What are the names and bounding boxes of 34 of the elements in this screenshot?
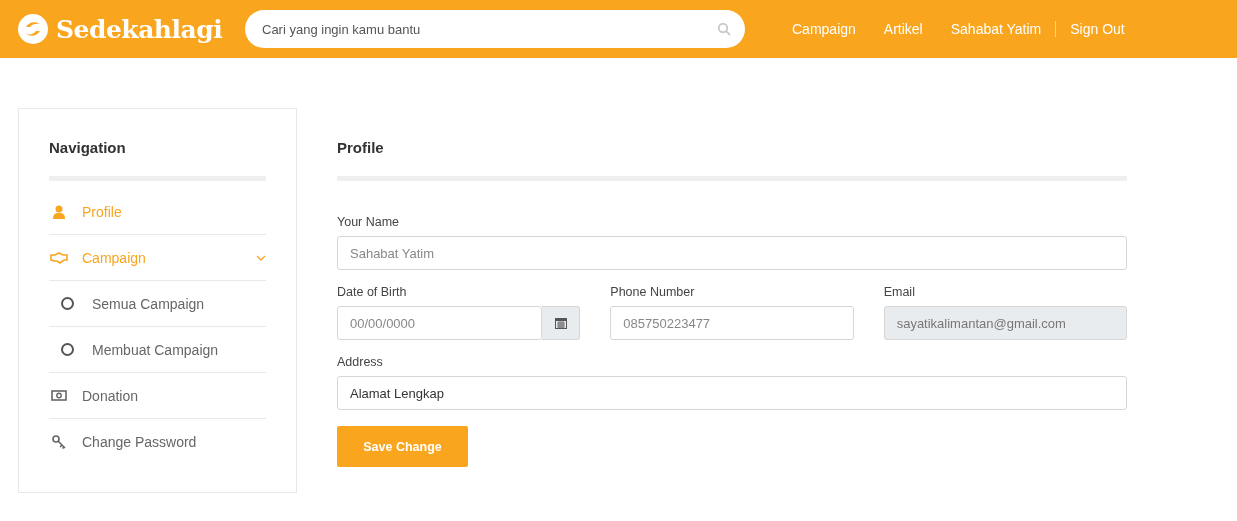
- search-field[interactable]: Cari yang ingin kamu bantu: [245, 10, 745, 48]
- nav-link[interactable]: Artikel: [883, 21, 923, 37]
- input-field[interactable]: Alamat Lengkap: [337, 376, 1127, 410]
- input-field[interactable]: 085750223477: [610, 306, 854, 340]
- sidebar-item[interactable]: Campaign: [49, 235, 266, 281]
- brand-name: Sedekahlagi: [56, 14, 223, 44]
- sidebar-item[interactable]: Change Password: [49, 419, 266, 464]
- input-field[interactable]: Sahabat Yatim: [337, 236, 1127, 270]
- nav-link[interactable]: Campaign: [792, 21, 856, 37]
- field-label: Phone Number: [610, 285, 696, 299]
- sidebar-subitem[interactable]: Semua Campaign: [49, 281, 266, 327]
- sidebar-item[interactable]: Donation: [49, 373, 266, 419]
- sidebar-title: Navigation: [49, 139, 127, 156]
- save-button[interactable]: Save Change: [337, 426, 468, 467]
- field-label: Email: [883, 285, 916, 299]
- search-icon[interactable]: [717, 22, 731, 36]
- logo-icon: [18, 14, 48, 44]
- key-icon: [52, 434, 66, 449]
- calendar-button[interactable]: [542, 306, 581, 340]
- form-title: Profile: [337, 139, 385, 156]
- field-label: Your Name: [337, 215, 401, 229]
- date-field[interactable]: 00/00/0000: [337, 306, 543, 340]
- nav-link[interactable]: Sahabat Yatim: [950, 21, 1042, 37]
- chevron-icon[interactable]: [256, 254, 266, 261]
- field-label: Date of Birth: [337, 285, 408, 299]
- money-icon: [51, 390, 67, 401]
- user-icon: [53, 204, 65, 219]
- circle-icon: [61, 297, 74, 310]
- field-label: Address: [337, 355, 384, 369]
- sidebar-subitem[interactable]: Membuat Campaign: [49, 327, 266, 373]
- sidebar-item[interactable]: Profile: [49, 189, 266, 235]
- circle-icon: [61, 343, 74, 356]
- calendar-icon: [554, 317, 567, 329]
- handshake-icon: [50, 251, 68, 264]
